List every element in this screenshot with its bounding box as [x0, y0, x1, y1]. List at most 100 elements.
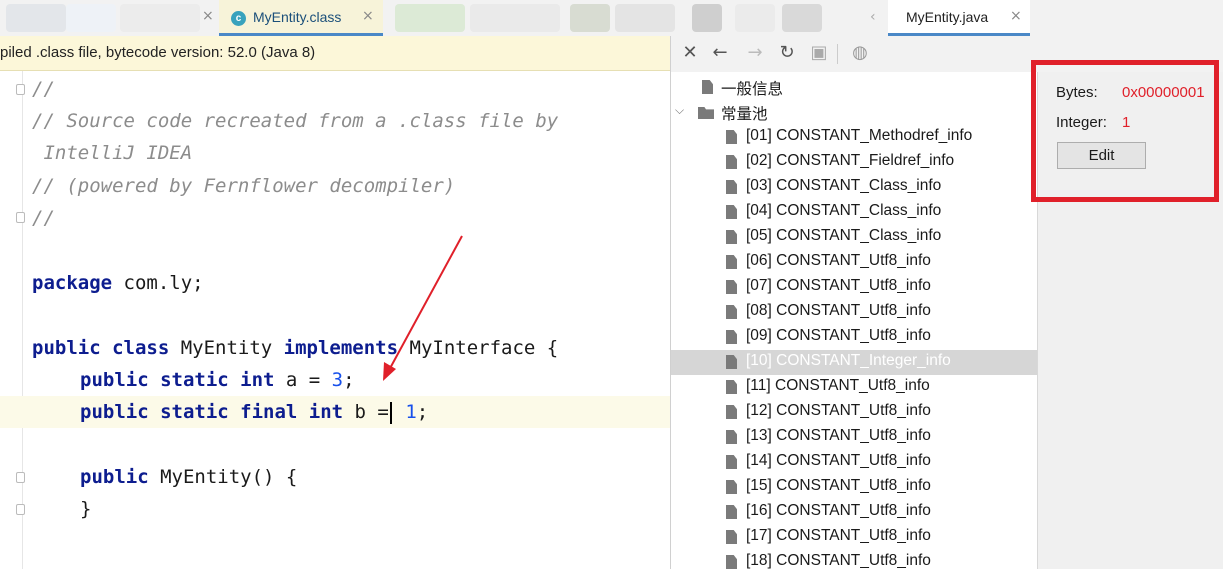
blurred-tab[interactable] [570, 4, 610, 32]
tree-item-constant[interactable]: [01] CONSTANT_Methodref_info [671, 125, 1037, 150]
keyword: public static final int [80, 401, 344, 423]
tree-item-constant[interactable]: [04] CONSTANT_Class_info [671, 200, 1037, 225]
refresh-icon[interactable]: ↻ [776, 42, 798, 64]
tree-item-constant[interactable]: [12] CONSTANT_Utf8_info [671, 400, 1037, 425]
tree-item-label: [02] CONSTANT_Fieldref_info [746, 152, 955, 169]
file-icon [702, 80, 713, 94]
tree-item-constant[interactable]: [17] CONSTANT_Utf8_info [671, 525, 1037, 550]
blurred-tab[interactable] [615, 4, 675, 32]
blurred-tab[interactable] [470, 4, 560, 32]
tree-item-constant[interactable]: [06] CONSTANT_Utf8_info [671, 250, 1037, 275]
keyword: implements [283, 337, 399, 359]
file-icon [726, 430, 737, 444]
code-editor[interactable]: piled .class file, bytecode version: 52.… [0, 36, 671, 569]
tree-item-constant[interactable]: [09] CONSTANT_Utf8_info [671, 325, 1037, 350]
web-icon[interactable]: ◍ [849, 42, 871, 64]
code-line[interactable]: package com.ly; [32, 267, 204, 299]
forward-icon[interactable]: → [744, 42, 766, 64]
close-icon[interactable]: × [202, 8, 214, 24]
file-icon [726, 455, 737, 469]
code-text: MyEntity [169, 337, 284, 359]
fold-marker-icon[interactable] [16, 504, 25, 515]
tree-item-label: [17] CONSTANT_Utf8_info [746, 527, 931, 544]
tree-item-label: [07] CONSTANT_Utf8_info [746, 277, 931, 294]
fold-marker-icon[interactable] [16, 212, 25, 223]
file-icon [726, 380, 737, 394]
close-icon[interactable]: ✕ [679, 42, 701, 64]
tree-item-label: [15] CONSTANT_Utf8_info [746, 477, 931, 494]
tree-item-constant[interactable]: [16] CONSTANT_Utf8_info [671, 500, 1037, 525]
code-line[interactable]: public static int a = 3; [80, 364, 355, 396]
code-line[interactable]: // [32, 202, 55, 234]
file-icon [726, 155, 737, 169]
tree-item-constant-pool[interactable]: ⌵ 常量池 [671, 100, 1037, 125]
gutter-divider [22, 71, 23, 569]
code-text: ; [343, 369, 355, 391]
tree-item-constant[interactable]: [07] CONSTANT_Utf8_info [671, 275, 1037, 300]
class-structure-tree[interactable]: 一般信息 ⌵ 常量池 [01] CONSTANT_Methodref_info [… [671, 72, 1037, 569]
blurred-tab[interactable] [395, 4, 465, 32]
file-icon [726, 280, 737, 294]
code-line[interactable]: public class MyEntity implements MyInter… [32, 332, 558, 364]
tree-item-constant[interactable]: [08] CONSTANT_Utf8_info [671, 300, 1037, 325]
tree-item-constant[interactable]: [03] CONSTANT_Class_info [671, 175, 1037, 200]
close-icon[interactable]: × [1010, 8, 1022, 24]
text-caret [389, 401, 392, 424]
chevron-down-icon[interactable]: ⌵ [675, 103, 684, 118]
save-icon[interactable]: ▣ [808, 42, 830, 64]
file-icon [726, 230, 737, 244]
code-line[interactable]: // Source code recreated from a .class f… [32, 105, 558, 137]
tree-item-constant[interactable]: [14] CONSTANT_Utf8_info [671, 450, 1037, 475]
code-line[interactable]: IntelliJ IDEA [32, 137, 192, 169]
code-line[interactable]: public MyEntity() { [80, 461, 297, 493]
keyword: public static int [80, 369, 275, 391]
code-text: ; [416, 401, 429, 423]
close-icon[interactable]: × [362, 8, 374, 24]
tab-myentity-java[interactable]: MyEntity.java × [888, 0, 1030, 36]
tree-item-label: [06] CONSTANT_Utf8_info [746, 252, 931, 269]
tree-item-constant[interactable]: [02] CONSTANT_Fieldref_info [671, 150, 1037, 175]
fold-marker-icon[interactable] [16, 472, 25, 483]
tree-item-general-info[interactable]: 一般信息 [671, 75, 1037, 100]
tree-item-constant[interactable]: [13] CONSTANT_Utf8_info [671, 425, 1037, 450]
back-icon[interactable]: ← [709, 42, 731, 64]
file-icon [726, 130, 737, 144]
tree-item-constant[interactable]: [05] CONSTANT_Class_info [671, 225, 1037, 250]
tab-myentity-class[interactable]: c MyEntity.class × [219, 0, 383, 36]
code-line[interactable]: // [32, 73, 55, 105]
code-text: com.ly; [112, 272, 204, 294]
fold-marker-icon[interactable] [16, 84, 25, 95]
tree-item-constant[interactable]: [10] CONSTANT_Integer_info [671, 350, 1037, 375]
toolbar-separator [837, 44, 838, 64]
tree-item-label: [05] CONSTANT_Class_info [746, 227, 942, 244]
code-text: MyInterface { [398, 337, 559, 359]
tree-item-constant[interactable]: [18] CONSTANT_Utf8_info [671, 550, 1037, 569]
file-icon [726, 355, 737, 369]
blurred-tab[interactable] [782, 4, 822, 32]
keyword: package [32, 272, 113, 294]
tree-item-constant[interactable]: [15] CONSTANT_Utf8_info [671, 475, 1037, 500]
code-text: b = [343, 401, 389, 423]
file-icon [726, 305, 737, 319]
blurred-tab[interactable] [735, 4, 775, 32]
editor-tab-bar: × c MyEntity.class × ‹ MyEntity.java × [0, 0, 1223, 37]
blurred-tab[interactable] [6, 4, 66, 32]
blurred-tab[interactable] [66, 4, 116, 32]
tree-item-label: 一般信息 [721, 81, 784, 98]
highlight-box [1031, 60, 1219, 202]
tree-item-label: [18] CONSTANT_Utf8_info [746, 552, 931, 569]
code-line[interactable]: public static final int b = 1; [80, 396, 428, 428]
code-text: a = [274, 369, 332, 391]
code-line[interactable]: // (powered by Fernflower decompiler) [32, 170, 455, 202]
code-line[interactable]: } [80, 493, 91, 525]
tree-item-label: [12] CONSTANT_Utf8_info [746, 402, 931, 419]
tree-item-constant[interactable]: [11] CONSTANT_Utf8_info [671, 375, 1037, 400]
file-icon [726, 405, 737, 419]
blurred-tab[interactable] [120, 4, 200, 32]
keyword: public class [32, 337, 170, 359]
folder-icon [698, 107, 714, 119]
chevron-left-icon[interactable]: ‹ [870, 9, 876, 25]
keyword: public [80, 466, 149, 488]
tree-item-label: [13] CONSTANT_Utf8_info [746, 427, 931, 444]
blurred-tab[interactable] [692, 4, 722, 32]
